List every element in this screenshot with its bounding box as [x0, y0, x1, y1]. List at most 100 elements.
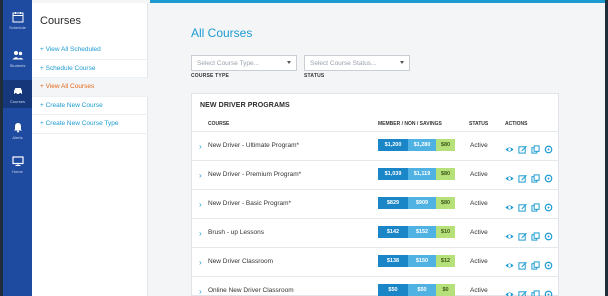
settings-icon[interactable]	[544, 228, 553, 241]
course-type-placeholder: Select Course Type...	[197, 59, 260, 67]
course-name[interactable]: New Driver - Basic Program*	[208, 200, 291, 207]
course-type-select[interactable]: Select Course Type...	[191, 55, 297, 71]
non-member-price: $150	[408, 255, 436, 267]
row-actions	[505, 170, 553, 183]
member-price: $138	[378, 255, 408, 267]
course-status-placeholder: Select Course Status...	[310, 59, 377, 67]
sidebar-item-create-new-course-type[interactable]: + Create New Course Type	[32, 115, 148, 134]
course-panel: NEW DRIVER PROGRAMS COURSE MEMBER / NON …	[191, 93, 559, 296]
savings-amount: $12	[436, 255, 455, 267]
course-name[interactable]: Online New Driver Classroom	[208, 287, 294, 294]
table-row[interactable]: › New Driver - Premium Program* $1,039 $…	[192, 160, 558, 189]
settings-icon[interactable]	[544, 286, 553, 296]
rail-item-home[interactable]: Home	[3, 150, 32, 178]
sidebar: Courses + View All Scheduled + Schedule …	[32, 3, 148, 296]
column-header-pricing: MEMBER / NON / SAVINGS	[378, 121, 442, 127]
view-icon[interactable]	[505, 141, 514, 152]
copy-icon[interactable]	[531, 170, 540, 183]
settings-icon[interactable]	[544, 141, 553, 154]
course-name[interactable]: New Driver - Ultimate Program*	[208, 142, 299, 149]
chevron-right-icon[interactable]: ›	[199, 287, 202, 296]
icon-rail: Schedule Students Courses Alerts Home	[3, 0, 32, 296]
course-type-label: COURSE TYPE	[191, 73, 230, 79]
column-header-actions: ACTIONS	[505, 121, 528, 127]
member-price: $1,039	[378, 168, 408, 180]
settings-icon[interactable]	[544, 199, 553, 212]
chevron-right-icon[interactable]: ›	[199, 258, 202, 267]
sidebar-item-schedule-course[interactable]: + Schedule Course	[32, 60, 148, 78]
column-header-course: COURSE	[208, 121, 230, 127]
settings-icon[interactable]	[544, 170, 553, 183]
top-accent-bar	[150, 0, 605, 3]
table-row[interactable]: › New Driver Classroom $138 $150 $12 Act…	[192, 247, 558, 276]
edit-icon[interactable]	[518, 141, 527, 154]
edit-icon[interactable]	[518, 228, 527, 241]
rail-item-schedule[interactable]: Schedule	[3, 6, 32, 34]
edit-icon[interactable]	[518, 170, 527, 183]
view-icon[interactable]	[505, 170, 514, 181]
status-text: Active	[470, 258, 488, 265]
rail-label: Students	[9, 62, 26, 68]
view-icon[interactable]	[505, 199, 514, 210]
rail-item-courses[interactable]: Courses	[3, 80, 32, 108]
status-text: Active	[470, 229, 488, 236]
bell-icon	[13, 122, 22, 132]
savings-amount: $0	[436, 284, 455, 296]
copy-icon[interactable]	[531, 199, 540, 212]
sidebar-menu: + View All Scheduled + Schedule Course +…	[32, 41, 148, 134]
copy-icon[interactable]	[531, 257, 540, 270]
chevron-down-icon	[400, 61, 404, 64]
savings-amount: $80	[436, 139, 455, 151]
edit-icon[interactable]	[518, 199, 527, 212]
sidebar-item-create-new-course[interactable]: + Create New Course	[32, 97, 148, 115]
table-row[interactable]: › Online New Driver Classroom $50 $50 $0…	[192, 276, 558, 296]
chevron-right-icon[interactable]: ›	[199, 171, 202, 180]
course-name[interactable]: Brush - up Lessons	[208, 229, 264, 236]
copy-icon[interactable]	[531, 141, 540, 154]
rail-label: Courses	[10, 98, 25, 104]
savings-amount: $10	[436, 226, 455, 238]
edit-icon[interactable]	[518, 257, 527, 270]
row-actions	[505, 286, 553, 296]
member-price: $829	[378, 197, 408, 209]
column-header-status: STATUS	[469, 121, 489, 127]
status-text: Active	[470, 142, 488, 149]
row-actions	[505, 141, 553, 154]
rail-label: Alerts	[12, 134, 23, 140]
car-icon	[13, 87, 22, 95]
row-actions	[505, 228, 553, 241]
member-price: $1,200	[378, 139, 408, 151]
member-price: $142	[378, 226, 408, 238]
non-member-price: $1,280	[408, 139, 436, 151]
table-row[interactable]: › New Driver - Basic Program* $829 $909 …	[192, 189, 558, 218]
view-icon[interactable]	[505, 286, 514, 296]
sidebar-item-view-all-courses[interactable]: + View All Courses	[32, 78, 148, 97]
view-icon[interactable]	[505, 228, 514, 239]
course-name[interactable]: New Driver Classroom	[208, 258, 273, 265]
copy-icon[interactable]	[531, 228, 540, 241]
course-name[interactable]: New Driver - Premium Program*	[208, 171, 301, 178]
rail-item-students[interactable]: Students	[3, 44, 32, 72]
rail-item-alerts[interactable]: Alerts	[3, 116, 32, 144]
savings-amount: $80	[436, 197, 455, 209]
sidebar-item-view-all-scheduled[interactable]: + View All Scheduled	[32, 41, 148, 60]
page-title: All Courses	[191, 26, 253, 40]
users-icon	[12, 50, 23, 59]
course-status-select[interactable]: Select Course Status...	[304, 55, 410, 71]
view-icon[interactable]	[505, 257, 514, 268]
non-member-price: $152	[408, 226, 436, 238]
chevron-right-icon[interactable]: ›	[199, 142, 202, 151]
chevron-right-icon[interactable]: ›	[199, 229, 202, 238]
status-text: Active	[470, 171, 488, 178]
copy-icon[interactable]	[531, 286, 540, 296]
table-row[interactable]: › New Driver - Ultimate Program* $1,200 …	[192, 131, 558, 160]
chevron-right-icon[interactable]: ›	[199, 200, 202, 209]
table-row[interactable]: › Brush - up Lessons $142 $152 $10 Activ…	[192, 218, 558, 247]
non-member-price: $1,119	[408, 168, 436, 180]
member-price: $50	[378, 284, 408, 296]
row-actions	[505, 257, 553, 270]
status-text: Active	[470, 287, 488, 294]
settings-icon[interactable]	[544, 257, 553, 270]
status-text: Active	[470, 200, 488, 207]
edit-icon[interactable]	[518, 286, 527, 296]
